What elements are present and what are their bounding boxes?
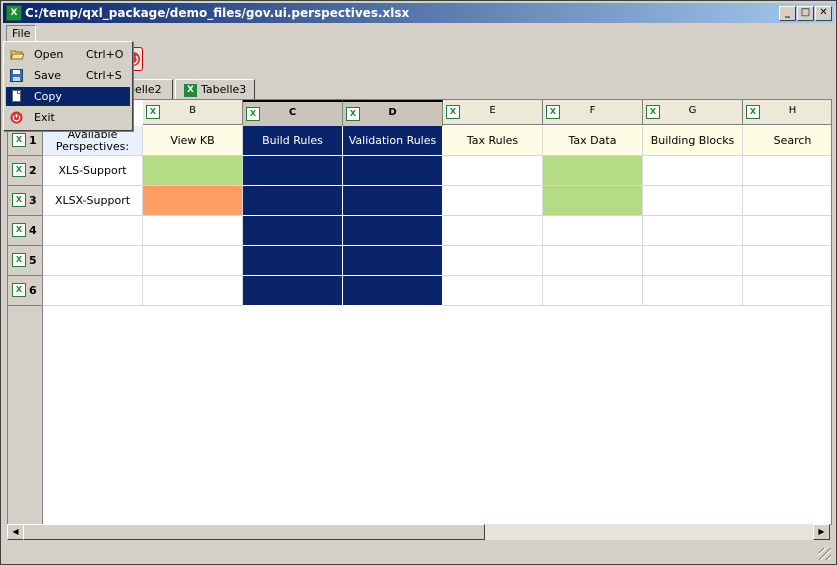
cell-f1[interactable]: Tax Data	[543, 126, 643, 156]
file-menu-dropdown: Open Ctrl+O Save Ctrl+S Copy Exit	[3, 41, 133, 131]
folder-open-icon	[10, 48, 25, 61]
excel-icon: X	[12, 223, 26, 237]
column-header-d[interactable]: XD	[343, 100, 443, 127]
cell-f3[interactable]	[543, 186, 643, 216]
row-header-3[interactable]: X3	[8, 186, 43, 216]
resize-grip-icon[interactable]	[819, 548, 831, 560]
cell-b3[interactable]	[143, 186, 243, 216]
scrollbar-thumb[interactable]	[23, 524, 485, 540]
menu-item-open[interactable]: Open Ctrl+O	[6, 45, 130, 64]
row-header-4[interactable]: X4	[8, 216, 43, 246]
cell-a4[interactable]	[43, 216, 143, 246]
close-button[interactable]: ✕	[815, 6, 832, 21]
scroll-left-icon[interactable]: ◀	[7, 524, 24, 540]
cell-g2[interactable]	[643, 156, 743, 186]
column-header-f[interactable]: XF	[543, 100, 643, 125]
cell-a3[interactable]: XLSX-Support	[43, 186, 143, 216]
cell-h5[interactable]	[743, 246, 831, 276]
window-title: C:/temp/qxl_package/demo_files/gov.ui.pe…	[25, 6, 410, 20]
row-header-5[interactable]: X5	[8, 246, 43, 276]
cell-c3[interactable]	[243, 186, 343, 216]
row-header-2[interactable]: X2	[8, 156, 43, 186]
column-header-g[interactable]: XG	[643, 100, 743, 125]
excel-icon: X	[12, 283, 26, 297]
floppy-disk-icon	[10, 69, 23, 82]
cell-e2[interactable]	[443, 156, 543, 186]
column-header-h[interactable]: XH	[743, 100, 831, 125]
cell-e4[interactable]	[443, 216, 543, 246]
excel-icon: X	[184, 83, 197, 97]
power-off-icon	[10, 111, 23, 124]
cell-h2[interactable]	[743, 156, 831, 186]
cell-h3[interactable]	[743, 186, 831, 216]
cell-h1[interactable]: Search	[743, 126, 831, 156]
cell-d2[interactable]	[343, 156, 443, 186]
cell-f6[interactable]	[543, 276, 643, 306]
cell-f5[interactable]	[543, 246, 643, 276]
tab-tabelle2[interactable]: belle2	[127, 79, 173, 100]
excel-icon: X	[12, 163, 26, 177]
excel-icon: X	[12, 253, 26, 267]
cell-e1[interactable]: Tax Rules	[443, 126, 543, 156]
cell-a2[interactable]: XLS-Support	[43, 156, 143, 186]
cell-e3[interactable]	[443, 186, 543, 216]
cell-b6[interactable]	[143, 276, 243, 306]
cell-d3[interactable]	[343, 186, 443, 216]
cell-h4[interactable]	[743, 216, 831, 246]
menu-bar: File	[3, 25, 834, 43]
menu-item-exit[interactable]: Exit	[6, 108, 130, 127]
cell-f4[interactable]	[543, 216, 643, 246]
cell-c1[interactable]: Build Rules	[243, 126, 343, 156]
cell-h6[interactable]	[743, 276, 831, 306]
excel-icon: X	[6, 5, 22, 21]
cell-b5[interactable]	[143, 246, 243, 276]
cell-g1[interactable]: Building Blocks	[643, 126, 743, 156]
cell-g6[interactable]	[643, 276, 743, 306]
cell-a6[interactable]	[43, 276, 143, 306]
row-header-6[interactable]: X6	[8, 276, 43, 306]
tab-tabelle3[interactable]: X Tabelle3	[175, 79, 255, 100]
minimize-button[interactable]: _	[779, 6, 796, 21]
cell-b1[interactable]: View KB	[143, 126, 243, 156]
spreadsheet-grid[interactable]: XB XC XD XE XF XG XH X1 X2 X3 X4 X5 X6 A…	[7, 99, 832, 525]
cell-e6[interactable]	[443, 276, 543, 306]
cell-d5[interactable]	[343, 246, 443, 276]
tab-label: belle2	[128, 83, 162, 96]
cell-f2[interactable]	[543, 156, 643, 186]
cell-c4[interactable]	[243, 216, 343, 246]
cell-g5[interactable]	[643, 246, 743, 276]
cell-d4[interactable]	[343, 216, 443, 246]
copy-document-icon	[10, 90, 23, 103]
title-bar[interactable]: X C:/temp/qxl_package/demo_files/gov.ui.…	[3, 3, 834, 23]
menu-item-save[interactable]: Save Ctrl+S	[6, 66, 130, 85]
column-header-c[interactable]: XC	[243, 100, 343, 127]
cell-c5[interactable]	[243, 246, 343, 276]
cell-c6[interactable]	[243, 276, 343, 306]
horizontal-scrollbar[interactable]: ◀ ▶	[7, 524, 830, 540]
excel-icon: X	[12, 193, 26, 207]
cell-g3[interactable]	[643, 186, 743, 216]
cell-b4[interactable]	[143, 216, 243, 246]
cell-e5[interactable]	[443, 246, 543, 276]
cell-d6[interactable]	[343, 276, 443, 306]
status-bar	[3, 543, 834, 562]
menu-item-copy[interactable]: Copy	[6, 87, 130, 106]
cell-c2[interactable]	[243, 156, 343, 186]
tab-label: Tabelle3	[201, 83, 247, 96]
column-header-e[interactable]: XE	[443, 100, 543, 125]
maximize-button[interactable]: □	[797, 6, 814, 21]
app-window: X C:/temp/qxl_package/demo_files/gov.ui.…	[0, 0, 837, 565]
cell-g4[interactable]	[643, 216, 743, 246]
scroll-right-icon[interactable]: ▶	[813, 524, 830, 540]
cell-d1[interactable]: Validation Rules	[343, 126, 443, 156]
cell-b2[interactable]	[143, 156, 243, 186]
excel-icon: X	[12, 133, 26, 147]
column-header-b[interactable]: XB	[143, 100, 243, 125]
cell-a5[interactable]	[43, 246, 143, 276]
